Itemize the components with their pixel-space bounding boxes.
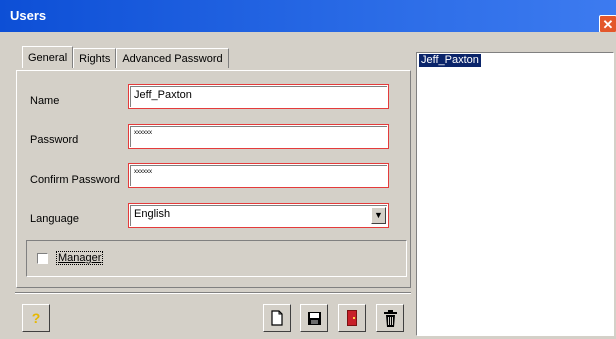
delete-button[interactable] [376, 304, 404, 332]
language-value[interactable]: English [130, 205, 387, 226]
help-icon: ? [31, 310, 41, 326]
name-label: Name [30, 95, 60, 107]
window-title: Users [10, 8, 47, 23]
password-label: Password [30, 134, 79, 146]
new-user-button[interactable] [263, 304, 291, 332]
close-button[interactable]: ✕ [599, 15, 616, 33]
tab-strip: General Rights Advanced Password [22, 46, 229, 70]
tab-rights[interactable]: Rights [73, 48, 117, 68]
password-field[interactable]: xxxxxx [128, 124, 389, 149]
confirm-password-label: Confirm Password [30, 174, 120, 186]
language-label: Language [30, 213, 79, 225]
confirm-password-field[interactable]: xxxxxx [128, 163, 389, 188]
password-input[interactable]: xxxxxx [130, 126, 387, 147]
new-document-icon [271, 310, 283, 326]
floppy-disk-icon [307, 312, 321, 325]
exit-button[interactable] [338, 304, 366, 332]
manager-label[interactable]: Manager [56, 251, 104, 265]
manager-checkbox[interactable] [37, 253, 48, 264]
title-bar: Users [0, 0, 616, 32]
tab-general[interactable]: General [22, 46, 74, 68]
users-listbox[interactable]: Jeff_Paxton [416, 52, 614, 336]
name-input[interactable]: Jeff_Paxton [130, 86, 387, 107]
exit-door-icon [347, 310, 357, 326]
save-button[interactable] [300, 304, 328, 332]
confirm-password-input[interactable]: xxxxxx [130, 165, 387, 186]
divider [15, 292, 411, 294]
tab-advanced-password[interactable]: Advanced Password [116, 48, 229, 68]
language-select[interactable]: English ▼ [128, 203, 389, 228]
trash-icon [383, 310, 397, 327]
list-item[interactable]: Jeff_Paxton [419, 54, 481, 67]
help-button[interactable]: ? [22, 304, 50, 332]
chevron-down-icon[interactable]: ▼ [371, 207, 386, 224]
name-field[interactable]: Jeff_Paxton [128, 84, 389, 109]
close-icon: ✕ [602, 17, 614, 32]
